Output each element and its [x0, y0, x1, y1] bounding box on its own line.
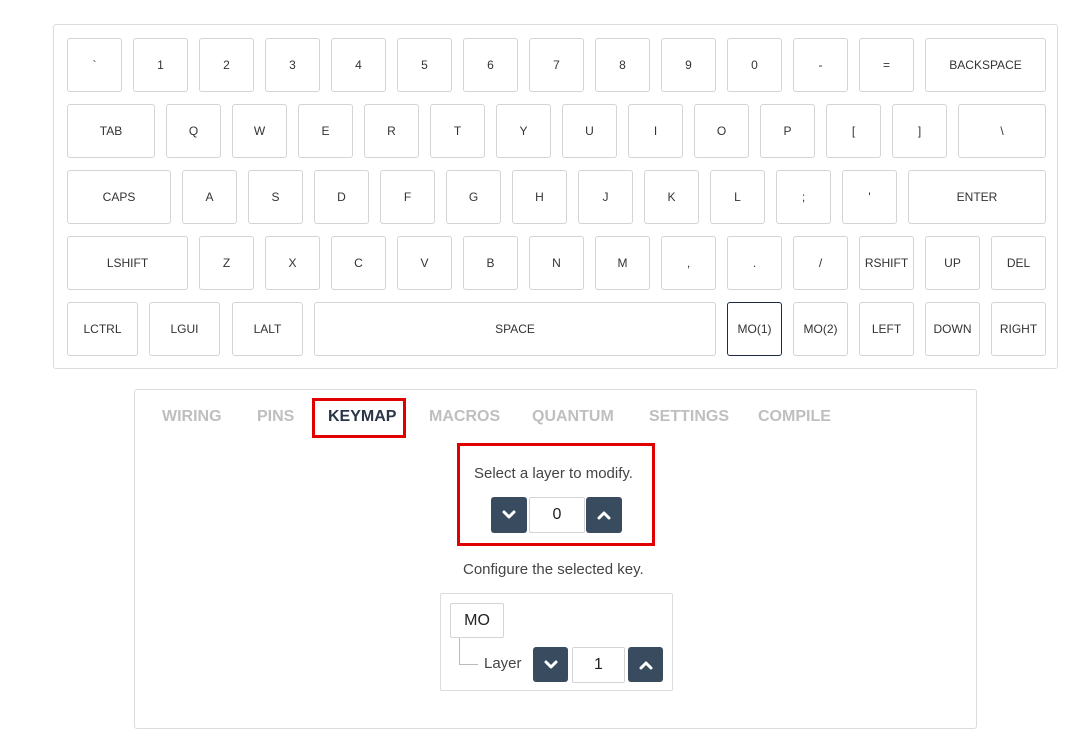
chevron-down-icon: [544, 660, 557, 668]
key[interactable]: LCTRL: [67, 302, 138, 356]
key[interactable]: P: [760, 104, 815, 158]
key[interactable]: V: [397, 236, 452, 290]
configure-prompt: Configure the selected key.: [463, 561, 644, 578]
key[interactable]: J: [578, 170, 633, 224]
key[interactable]: ]: [892, 104, 947, 158]
key[interactable]: Z: [199, 236, 254, 290]
key[interactable]: BACKSPACE: [925, 38, 1046, 92]
key[interactable]: E: [298, 104, 353, 158]
key[interactable]: SPACE: [314, 302, 716, 356]
key[interactable]: UP: [925, 236, 980, 290]
key[interactable]: 9: [661, 38, 716, 92]
key[interactable]: X: [265, 236, 320, 290]
key[interactable]: L: [710, 170, 765, 224]
key[interactable]: 8: [595, 38, 650, 92]
key[interactable]: LSHIFT: [67, 236, 188, 290]
key[interactable]: ;: [776, 170, 831, 224]
key[interactable]: B: [463, 236, 518, 290]
chevron-up-icon: [597, 511, 611, 520]
key[interactable]: I: [628, 104, 683, 158]
key[interactable]: Y: [496, 104, 551, 158]
key[interactable]: F: [380, 170, 435, 224]
key[interactable]: [: [826, 104, 881, 158]
key[interactable]: ENTER: [908, 170, 1046, 224]
key[interactable]: CAPS: [67, 170, 171, 224]
param-up-button[interactable]: [628, 647, 663, 682]
tab-compile[interactable]: COMPILE: [758, 408, 831, 428]
key[interactable]: A: [182, 170, 237, 224]
key[interactable]: N: [529, 236, 584, 290]
key[interactable]: Q: [166, 104, 221, 158]
keycode-selector[interactable]: MO: [450, 603, 504, 638]
key[interactable]: D: [314, 170, 369, 224]
key[interactable]: ,: [661, 236, 716, 290]
tab-quantum[interactable]: QUANTUM: [532, 408, 614, 428]
key[interactable]: MO(1): [727, 302, 782, 356]
key[interactable]: S: [248, 170, 303, 224]
tab-wiring[interactable]: WIRING: [162, 408, 222, 428]
key[interactable]: MO(2): [793, 302, 848, 356]
layer-value[interactable]: 0: [529, 497, 585, 533]
key[interactable]: =: [859, 38, 914, 92]
key[interactable]: R: [364, 104, 419, 158]
key[interactable]: W: [232, 104, 287, 158]
layer-param-label: Layer: [484, 655, 522, 672]
key[interactable]: 1: [133, 38, 188, 92]
key[interactable]: U: [562, 104, 617, 158]
key[interactable]: RIGHT: [991, 302, 1046, 356]
key[interactable]: G: [446, 170, 501, 224]
key[interactable]: C: [331, 236, 386, 290]
tab-macros[interactable]: MACROS: [429, 408, 500, 428]
key[interactable]: DOWN: [925, 302, 980, 356]
layer-prompt: Select a layer to modify.: [474, 465, 633, 482]
key[interactable]: 3: [265, 38, 320, 92]
key[interactable]: \: [958, 104, 1046, 158]
param-value[interactable]: 1: [572, 647, 625, 683]
param-down-button[interactable]: [533, 647, 568, 682]
tab-settings[interactable]: SETTINGS: [649, 408, 729, 428]
key[interactable]: .: [727, 236, 782, 290]
key[interactable]: 0: [727, 38, 782, 92]
keymap-tab-highlight: [312, 398, 406, 438]
tab-pins[interactable]: PINS: [257, 408, 294, 428]
chevron-up-icon: [639, 661, 652, 669]
key[interactable]: M: [595, 236, 650, 290]
layer-up-button[interactable]: [586, 497, 622, 533]
key[interactable]: 5: [397, 38, 452, 92]
key[interactable]: `: [67, 38, 122, 92]
key[interactable]: K: [644, 170, 699, 224]
key[interactable]: LALT: [232, 302, 303, 356]
key[interactable]: H: [512, 170, 567, 224]
layer-down-button[interactable]: [491, 497, 527, 533]
key[interactable]: 6: [463, 38, 518, 92]
tree-connector: [459, 638, 478, 665]
key[interactable]: RSHIFT: [859, 236, 914, 290]
chevron-down-icon: [502, 510, 516, 519]
key[interactable]: 7: [529, 38, 584, 92]
key[interactable]: TAB: [67, 104, 155, 158]
key[interactable]: 4: [331, 38, 386, 92]
key[interactable]: LEFT: [859, 302, 914, 356]
key[interactable]: /: [793, 236, 848, 290]
key[interactable]: -: [793, 38, 848, 92]
key[interactable]: DEL: [991, 236, 1046, 290]
key[interactable]: 2: [199, 38, 254, 92]
key[interactable]: LGUI: [149, 302, 220, 356]
key[interactable]: ': [842, 170, 897, 224]
key[interactable]: O: [694, 104, 749, 158]
key[interactable]: T: [430, 104, 485, 158]
